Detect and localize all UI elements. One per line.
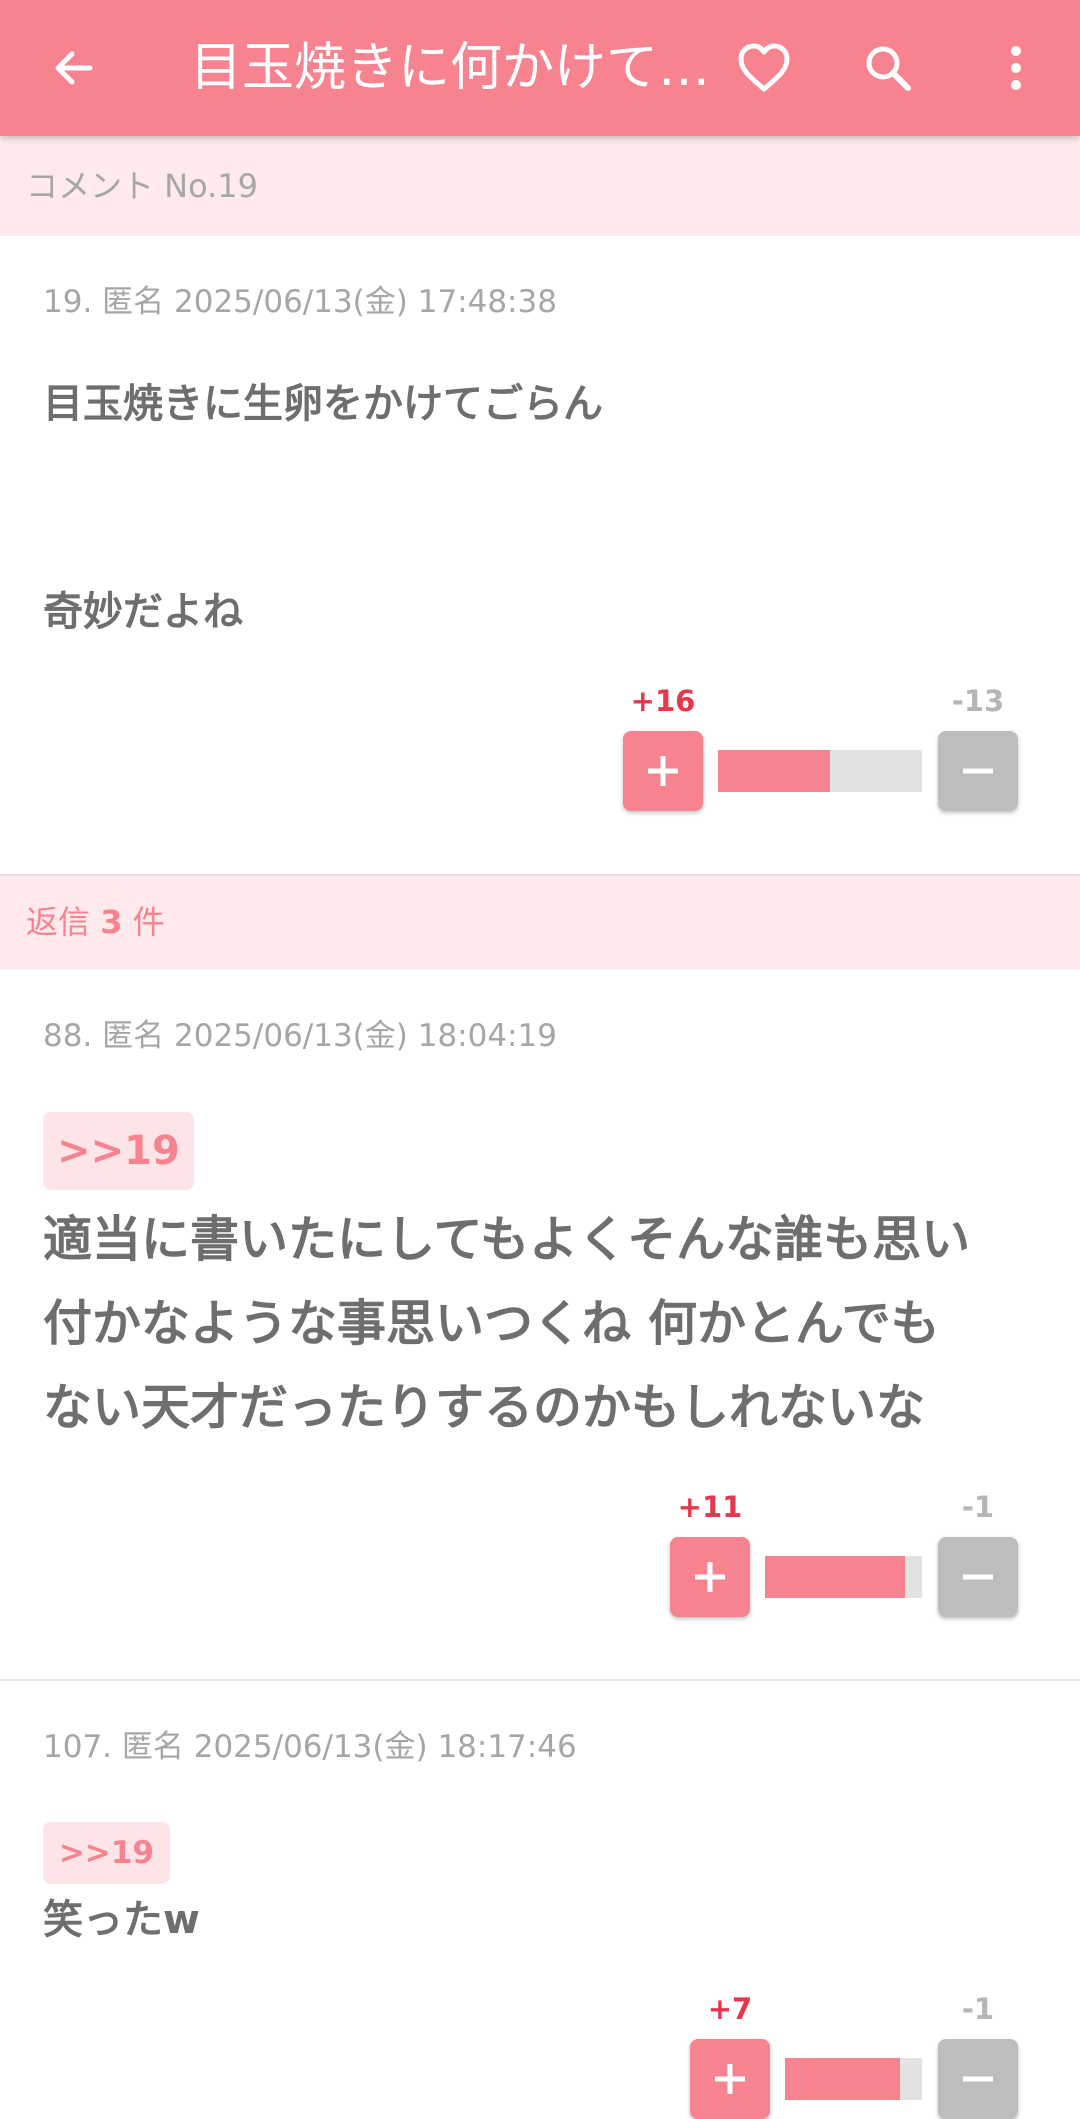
reply-line: 適当に書いたにしてもよくそんな誰も思い <box>43 1211 971 1268</box>
minus-count: -13 <box>951 684 1005 718</box>
reply-meta: 107. 匿名 2025/06/13(金) 18:17:46 <box>43 1729 577 1765</box>
search-icon[interactable] <box>854 34 922 102</box>
comment-header: コメント No.19 <box>0 136 1080 236</box>
replies-suffix: 件 <box>132 903 165 941</box>
minus-vote-button[interactable] <box>938 1537 1018 1617</box>
minus-count: -1 <box>961 1490 995 1524</box>
comment-line: 奇妙だよね <box>43 589 243 635</box>
comment-meta: 19. 匿名 2025/06/13(金) 17:48:38 <box>43 284 557 320</box>
replies-count: 3 <box>100 903 123 941</box>
plus-count: +7 <box>707 1992 753 2026</box>
vote-ratio-bar <box>785 2058 922 2100</box>
replies-prefix: 返信 <box>26 903 91 941</box>
minus-icon <box>963 2076 993 2082</box>
reply-anchor-link[interactable]: >>19 <box>43 1112 194 1190</box>
minus-count: -1 <box>961 1992 995 2026</box>
vote-ratio-fill <box>718 750 831 792</box>
back-arrow-icon[interactable] <box>40 34 108 102</box>
vote-ratio-bar <box>765 1556 922 1598</box>
vote-ratio-bar <box>718 750 922 792</box>
more-vert-icon[interactable] <box>982 34 1050 102</box>
reply-divider <box>0 1679 1080 1681</box>
minus-vote-button[interactable] <box>938 2039 1018 2119</box>
reply-meta: 88. 匿名 2025/06/13(金) 18:04:19 <box>43 1018 557 1054</box>
plus-icon <box>715 2064 745 2094</box>
comment-line: 目玉焼きに生卵をかけてごらん <box>43 381 603 427</box>
replies-header: 返信 3 件 <box>0 874 1080 970</box>
minus-vote-button[interactable] <box>938 731 1018 811</box>
heart-icon[interactable] <box>730 34 798 102</box>
plus-vote-button[interactable] <box>623 731 703 811</box>
vote-ratio-fill <box>785 2058 901 2100</box>
comment-number-label: コメント No.19 <box>26 167 259 205</box>
plus-vote-button[interactable] <box>690 2039 770 2119</box>
replies-count-label: 返信 3 件 <box>26 902 165 942</box>
plus-vote-button[interactable] <box>670 1537 750 1617</box>
plus-icon <box>648 756 678 786</box>
plus-count: +11 <box>677 1490 743 1524</box>
plus-count: +16 <box>630 684 696 718</box>
vote-ratio-fill <box>765 1556 905 1598</box>
reply-line: ない天才だったりするのかもしれないな <box>43 1379 926 1436</box>
minus-icon <box>963 768 993 774</box>
minus-icon <box>963 1574 993 1580</box>
reply-line: 笑ったw <box>43 1897 200 1943</box>
reply-line: 付かなような事思いつくね 何かとんでも <box>43 1295 940 1352</box>
plus-icon <box>695 1562 725 1592</box>
reply-anchor-link[interactable]: >>19 <box>43 1822 170 1884</box>
page-title: 目玉焼きに何かけて… <box>190 38 710 98</box>
app-bar: 目玉焼きに何かけて… <box>0 0 1080 136</box>
